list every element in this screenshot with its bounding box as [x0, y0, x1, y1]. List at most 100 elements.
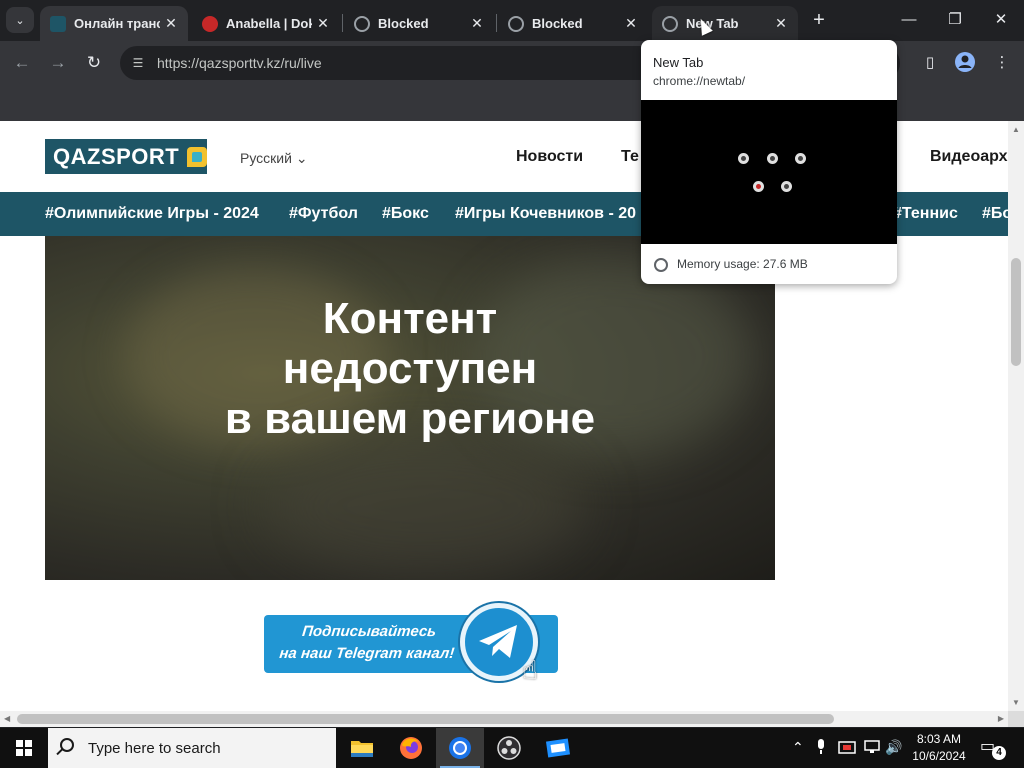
video-player[interactable]: Контент недоступен в вашем регионе — [45, 236, 775, 580]
language-selector[interactable]: Русский ⌄ — [240, 150, 308, 167]
scroll-right-icon[interactable]: ▶ — [998, 714, 1004, 723]
show-hidden-icons-icon[interactable]: ⌃ — [792, 739, 804, 756]
close-tab-icon[interactable]: ✕ — [770, 15, 792, 32]
notification-count-badge: 4 — [992, 746, 1006, 760]
horizontal-scrollbar[interactable]: ◀ ▶ — [0, 711, 1008, 727]
obs-icon — [497, 736, 521, 760]
scroll-up-icon[interactable]: ▲ — [1012, 125, 1020, 134]
globe-icon — [354, 15, 370, 32]
shortcut-icon — [781, 181, 792, 192]
nav-link-video-archive[interactable]: Видеоарх — [930, 148, 1008, 166]
hashtag-link[interactable]: #Бо — [982, 205, 1008, 223]
obs-button[interactable] — [485, 728, 533, 768]
volume-icon[interactable]: 🔊 — [885, 739, 902, 756]
new-tab-button[interactable]: + — [808, 8, 830, 32]
shortcut-icon — [767, 153, 778, 164]
chevron-down-icon: ⌄ — [15, 14, 25, 27]
folder-icon — [351, 741, 373, 757]
windows-logo-icon — [16, 740, 32, 756]
tab-anabella[interactable]: Anabella | Dok ✕ — [192, 6, 340, 41]
scrollbar-thumb[interactable] — [17, 714, 834, 724]
microphone-icon[interactable] — [816, 739, 826, 758]
tab-blocked-2[interactable]: Blocked ✕ — [498, 6, 648, 41]
shortcut-icon — [795, 153, 806, 164]
arrow-left-icon: ← — [13, 53, 31, 72]
nav-link-tv[interactable]: Те — [621, 148, 639, 166]
language-label: Русский — [240, 150, 292, 166]
telegram-banner-line: Подписывайтесь — [301, 623, 438, 640]
scroll-down-icon[interactable]: ▼ — [1012, 698, 1020, 707]
tab-separator — [342, 14, 343, 32]
hashtag-link[interactable]: #Футбол — [289, 205, 358, 223]
network-icon[interactable] — [838, 739, 856, 758]
site-logo[interactable]: QAZSPORT — [45, 139, 207, 174]
tab-preview-thumbnail — [641, 100, 897, 244]
hashtag-link[interactable]: #Олимпийские Игры - 2024 — [45, 205, 259, 223]
search-icon — [60, 738, 74, 752]
tab-title: Онлайн трансл — [74, 16, 160, 31]
ethernet-icon[interactable] — [863, 739, 881, 758]
telegram-banner[interactable]: Подписывайтесь на наш Telegram канал! ☝ — [264, 603, 558, 685]
forward-button[interactable]: → — [45, 50, 71, 76]
geo-block-line: недоступен — [282, 344, 538, 393]
minimize-button[interactable]: — — [886, 6, 932, 34]
site-settings-icon[interactable]: ☰ — [130, 55, 146, 71]
tab-title: Blocked — [378, 16, 429, 31]
tab-search-button[interactable]: ⌄ — [6, 7, 34, 33]
menu-kebab-icon[interactable]: ⋮ — [990, 51, 1014, 75]
system-clock[interactable]: 8:03 AM 10/6/2024 — [906, 731, 972, 765]
url-text[interactable]: https://qazsporttv.kz/ru/live — [157, 55, 322, 71]
close-tab-icon[interactable]: ✕ — [466, 15, 488, 32]
firefox-button[interactable] — [387, 728, 435, 768]
memory-usage-text: Memory usage: 27.6 MB — [677, 257, 808, 271]
globe-icon — [508, 15, 524, 32]
close-tab-icon[interactable]: ✕ — [160, 15, 182, 32]
close-tab-icon[interactable]: ✕ — [620, 15, 642, 32]
geo-block-line: в вашем регионе — [224, 394, 596, 443]
reload-button[interactable]: ↻ — [81, 50, 107, 76]
logo-mark-icon — [187, 146, 207, 167]
profile-avatar[interactable] — [953, 51, 977, 75]
close-tab-icon[interactable]: ✕ — [312, 15, 334, 32]
back-button[interactable]: ← — [9, 50, 35, 76]
nav-link-news[interactable]: Новости — [516, 148, 583, 166]
telegram-banner-line: на наш Telegram канал! — [278, 645, 456, 662]
start-button[interactable] — [0, 728, 48, 768]
maximize-button[interactable]: ❐ — [932, 6, 978, 34]
tab-strip: ⌄ Онлайн трансл ✕ Anabella | Dok ✕ Block… — [0, 0, 1024, 41]
scrollbar-corner — [1008, 711, 1024, 727]
app-button[interactable] — [534, 728, 582, 768]
clock-time: 8:03 AM — [916, 732, 962, 746]
scroll-left-icon[interactable]: ◀ — [4, 714, 10, 723]
globe-icon — [662, 15, 678, 32]
scrollbar-thumb[interactable] — [1011, 258, 1021, 366]
app-window-icon — [545, 738, 571, 758]
tab-hover-card: New Tab chrome://newtab/ Memory usage: 2… — [641, 40, 897, 284]
vertical-scrollbar[interactable]: ▲ ▼ — [1008, 121, 1024, 711]
geo-block-line: Контент — [322, 294, 498, 343]
side-panel-icon[interactable]: ▯ — [918, 51, 942, 75]
action-center-button[interactable]: ▭ 4 — [980, 736, 1006, 760]
file-explorer-button[interactable] — [338, 728, 386, 768]
hand-pointer-icon: ☝ — [522, 655, 538, 685]
shortcut-icon — [753, 181, 764, 192]
hashtag-link[interactable]: #Игры Кочевников - 20 — [455, 205, 636, 223]
logo-text: QAZSPORT — [53, 143, 180, 169]
chrome-button[interactable] — [436, 728, 484, 768]
clock-date: 10/6/2024 — [912, 749, 966, 763]
tab-title: Blocked — [532, 16, 583, 31]
tab-separator — [496, 14, 497, 32]
hashtag-link[interactable]: #Бокс — [382, 205, 429, 223]
tab-new-tab[interactable]: New Tab ✕ — [652, 6, 798, 41]
shortcut-icon — [738, 153, 749, 164]
chrome-icon — [449, 737, 471, 759]
search-placeholder: Type here to search — [88, 740, 221, 757]
taskbar-search-box[interactable]: Type here to search — [48, 728, 336, 768]
telegram-banner-text: Подписывайтесь на наш Telegram канал! — [276, 621, 461, 665]
anabella-favicon — [202, 15, 218, 32]
tab-qazsport[interactable]: Онлайн трансл ✕ — [40, 6, 188, 41]
close-window-button[interactable]: ✕ — [978, 6, 1024, 34]
tab-blocked-1[interactable]: Blocked ✕ — [344, 6, 494, 41]
hashtag-link[interactable]: #Теннис — [893, 205, 958, 223]
reload-icon: ↻ — [86, 53, 102, 72]
